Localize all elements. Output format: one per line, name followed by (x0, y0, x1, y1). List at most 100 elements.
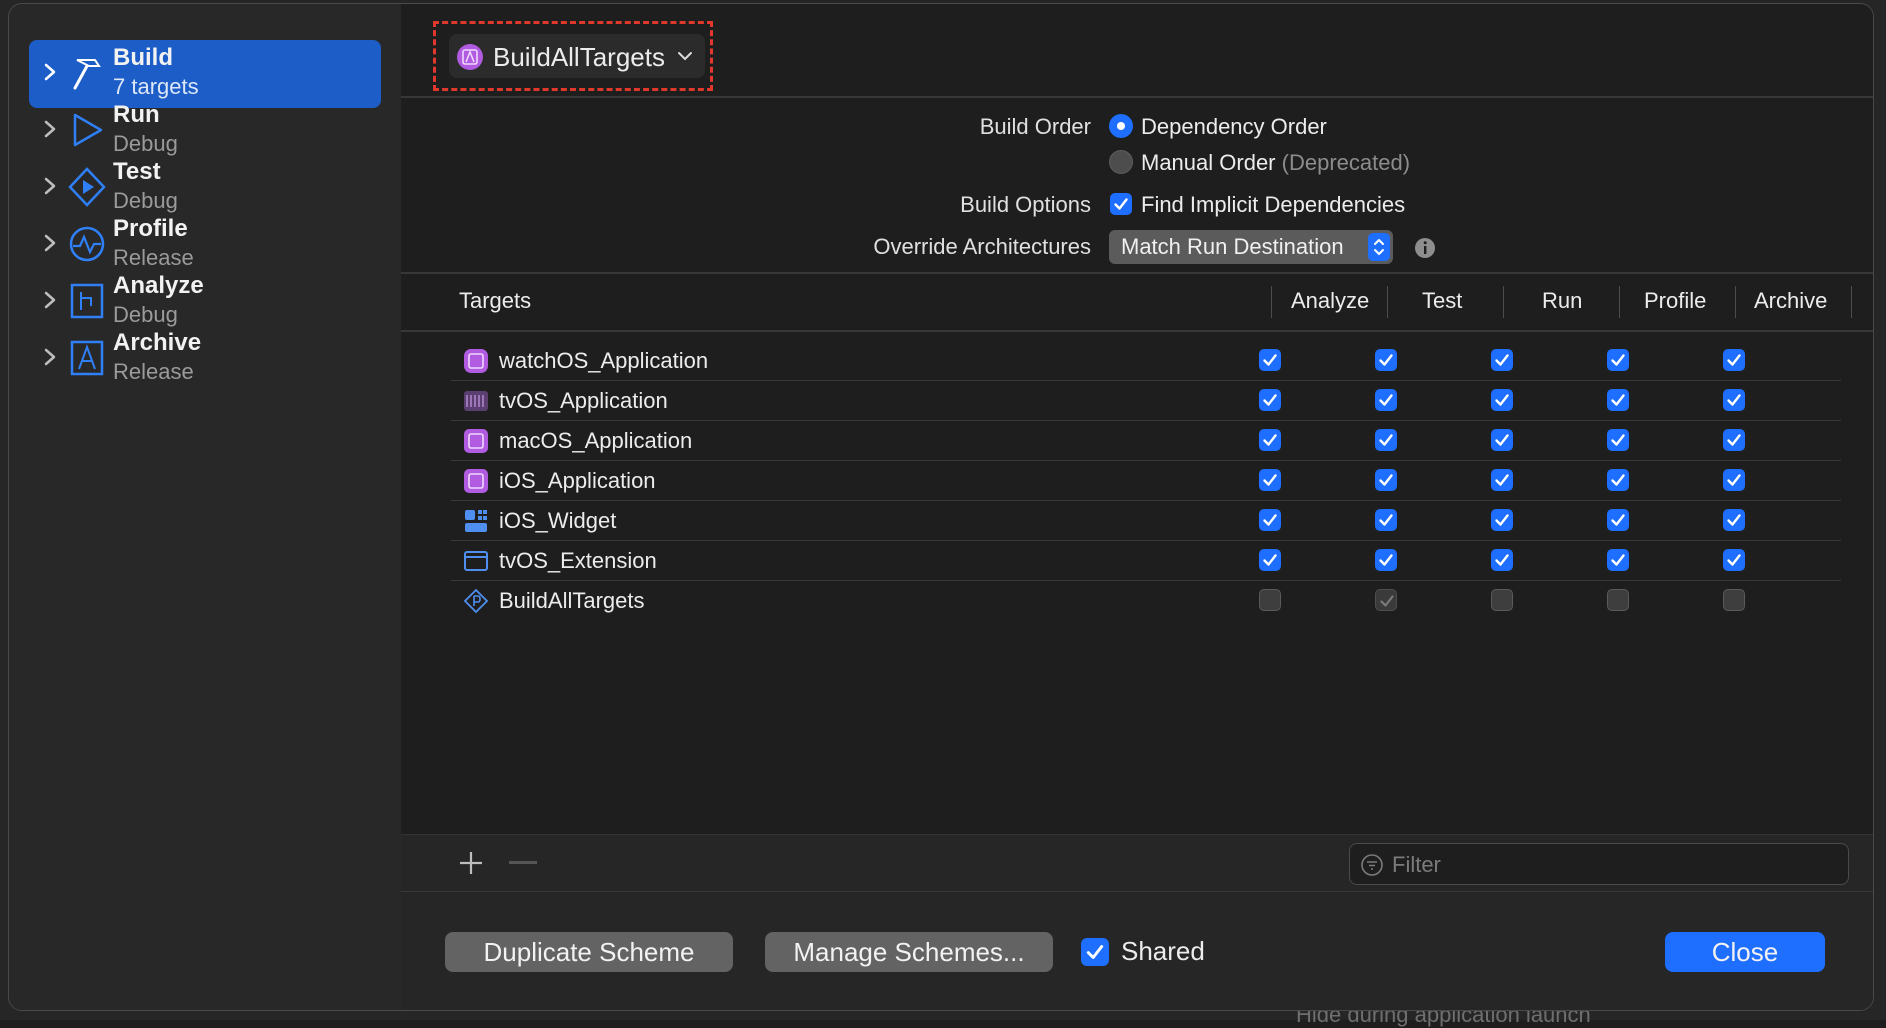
test-checkbox[interactable] (1375, 509, 1397, 531)
table-row[interactable]: iOS_Application (451, 460, 1841, 501)
checkmark-icon (1611, 554, 1625, 566)
run-checkbox[interactable] (1491, 469, 1513, 491)
checkmark-icon (1611, 514, 1625, 526)
checkmark-icon (1379, 394, 1393, 406)
profile-checkbox[interactable] (1607, 549, 1629, 571)
checkmark-icon (1114, 198, 1128, 210)
analyze-checkbox[interactable] (1259, 389, 1281, 411)
scheme-editor-window: Build 7 targets Run Debug Test Debug Pro… (8, 3, 1874, 1011)
table-row[interactable]: macOS_Application (451, 420, 1841, 461)
checkmark-icon (1263, 434, 1277, 446)
archive-checkbox[interactable] (1723, 389, 1745, 411)
override-architectures-popup[interactable]: Match Run Destination (1109, 230, 1393, 264)
chevron-right-icon[interactable] (43, 117, 57, 141)
profile-checkbox[interactable] (1607, 429, 1629, 451)
archive-checkbox[interactable] (1723, 429, 1745, 451)
checkmark-icon (1379, 474, 1393, 486)
targets-table-header: Targets Analyze Test Run Profile Archive (401, 274, 1873, 332)
column-separator (1735, 286, 1736, 318)
filter-field[interactable] (1349, 843, 1849, 885)
chevron-right-icon[interactable] (43, 288, 57, 312)
analyze-checkbox[interactable] (1259, 509, 1281, 531)
test-checkbox[interactable] (1375, 549, 1397, 571)
chevron-right-icon[interactable] (43, 231, 57, 255)
archive-checkbox[interactable] (1723, 509, 1745, 531)
archive-checkbox[interactable] (1723, 469, 1745, 491)
remove-target-button[interactable] (509, 861, 537, 864)
scheme-selector[interactable]: BuildAllTargets (449, 34, 705, 78)
dependency-order-radio[interactable] (1109, 114, 1133, 138)
sidebar-item-archive[interactable]: Archive Release (29, 325, 381, 393)
analyze-checkbox[interactable] (1259, 469, 1281, 491)
checkmark-icon (1727, 434, 1741, 446)
checkmark-icon (1727, 554, 1741, 566)
test-column-header[interactable]: Test (1422, 288, 1462, 314)
tv-app-icon (464, 391, 488, 411)
table-row[interactable]: tvOS_Extension (451, 540, 1841, 581)
info-icon[interactable] (1413, 236, 1437, 260)
run-checkbox[interactable] (1491, 509, 1513, 531)
profile-checkbox[interactable] (1607, 349, 1629, 371)
shared-checkbox[interactable] (1081, 938, 1109, 966)
checkmark-icon (1379, 434, 1393, 446)
manual-order-text: Manual Order (1141, 150, 1276, 175)
profile-checkbox[interactable] (1607, 469, 1629, 491)
test-checkbox[interactable] (1375, 349, 1397, 371)
run-checkbox[interactable] (1491, 589, 1513, 611)
duplicate-scheme-button[interactable]: Duplicate Scheme (445, 932, 733, 972)
deprecated-note: (Deprecated) (1281, 150, 1411, 175)
shared-label: Shared (1121, 936, 1205, 966)
column-separator (1851, 286, 1852, 318)
checkmark-icon (1263, 474, 1277, 486)
archive-checkbox[interactable] (1723, 549, 1745, 571)
profile-checkbox[interactable] (1607, 389, 1629, 411)
manual-order-label: Manual Order (Deprecated) (1141, 150, 1410, 176)
analyze-icon (70, 283, 104, 319)
analyze-checkbox[interactable] (1259, 589, 1281, 611)
analyze-checkbox[interactable] (1259, 429, 1281, 451)
chevron-right-icon[interactable] (43, 345, 57, 369)
chevron-right-icon[interactable] (43, 174, 57, 198)
manual-order-radio[interactable] (1109, 150, 1133, 174)
profile-checkbox[interactable] (1607, 509, 1629, 531)
run-checkbox[interactable] (1491, 389, 1513, 411)
checkmark-icon (1495, 434, 1509, 446)
manage-schemes-button[interactable]: Manage Schemes... (765, 932, 1053, 972)
run-column-header[interactable]: Run (1542, 288, 1582, 314)
target-name: watchOS_Application (499, 348, 709, 373)
test-checkbox[interactable] (1375, 429, 1397, 451)
analyze-column-header[interactable]: Analyze (1291, 288, 1369, 314)
checkmark-icon (1495, 554, 1509, 566)
analyze-checkbox[interactable] (1259, 349, 1281, 371)
run-checkbox[interactable] (1491, 429, 1513, 451)
checkmark-icon (1727, 394, 1741, 406)
find-implicit-dependencies-checkbox[interactable] (1110, 193, 1132, 215)
app-icon (457, 44, 483, 70)
test-checkbox[interactable] (1375, 389, 1397, 411)
sidebar-item-title: Build (113, 44, 173, 71)
override-architectures-label: Override Architectures (873, 234, 1091, 259)
run-checkbox[interactable] (1491, 349, 1513, 371)
table-row[interactable]: tvOS_Application (451, 380, 1841, 421)
profile-checkbox[interactable] (1607, 589, 1629, 611)
checkmark-icon (1611, 354, 1625, 366)
archive-checkbox[interactable] (1723, 349, 1745, 371)
table-row[interactable]: BuildAllTargets (451, 580, 1841, 620)
table-row[interactable]: iOS_Widget (451, 500, 1841, 541)
checkmark-icon (1611, 434, 1625, 446)
checkmark-icon (1727, 514, 1741, 526)
filter-input[interactable] (1390, 848, 1834, 882)
checkmark-icon (1086, 945, 1104, 959)
test-checkbox[interactable] (1375, 469, 1397, 491)
add-target-button[interactable] (457, 849, 485, 877)
archive-column-header[interactable]: Archive (1754, 288, 1827, 314)
dialog-footer: Duplicate Scheme Manage Schemes... Share… (401, 892, 1873, 1010)
checkmark-icon (1263, 394, 1277, 406)
profile-column-header[interactable]: Profile (1644, 288, 1706, 314)
chevron-right-icon[interactable] (43, 60, 57, 84)
analyze-checkbox[interactable] (1259, 549, 1281, 571)
table-row[interactable]: watchOS_Application (451, 340, 1841, 381)
run-checkbox[interactable] (1491, 549, 1513, 571)
archive-checkbox[interactable] (1723, 589, 1745, 611)
close-button[interactable]: Close (1665, 932, 1825, 972)
